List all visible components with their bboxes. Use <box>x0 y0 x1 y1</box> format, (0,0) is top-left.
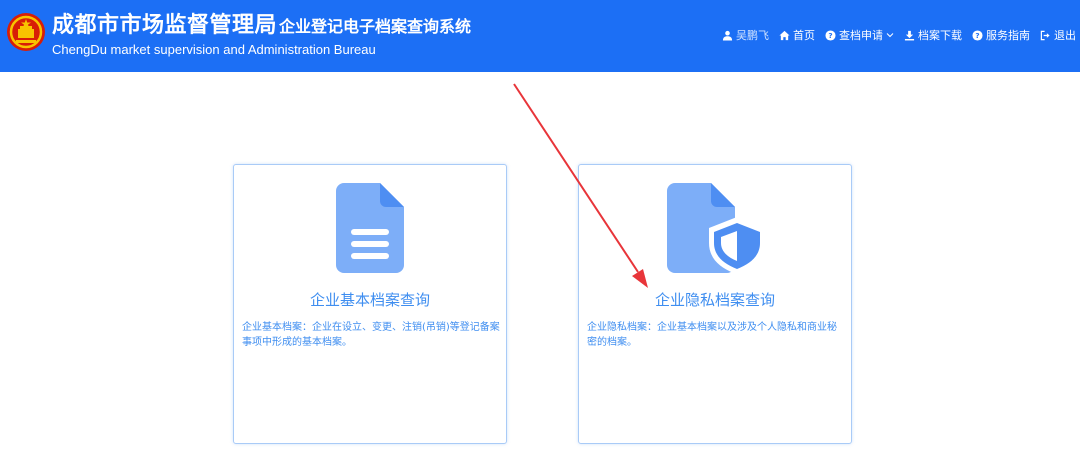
shield-document-icon <box>667 183 765 273</box>
nav-apply-label: 查档申请 <box>839 29 883 42</box>
basic-archive-query-card[interactable]: 企业基本档案查询 企业基本档案：企业在设立、变更、注销(吊销)等登记备案事项中形… <box>233 164 507 444</box>
card-description: 企业基本档案：企业在设立、变更、注销(吊销)等登记备案事项中形成的基本档案。 <box>242 322 500 348</box>
card-description: 企业隐私档案：企业基本档案以及涉及个人隐私和商业秘密的档案。 <box>587 322 837 348</box>
bureau-name: 成都市市场监督管理局 <box>52 13 278 38</box>
system-name: 企业登记电子档案查询系统 <box>279 17 472 36</box>
user-icon <box>722 30 733 41</box>
nav-user[interactable]: 吴鹏飞 <box>722 27 769 43</box>
nav-download-label: 档案下载 <box>918 29 962 42</box>
logout-icon <box>1040 30 1050 40</box>
user-name: 吴鹏飞 <box>736 29 769 42</box>
top-nav: 吴鹏飞 首页 ? 查档申请 档案下载 ? 服务指南 退出 <box>712 26 1076 44</box>
national-emblem-icon <box>7 13 45 51</box>
app-header: 成都市市场监督管理局 企业登记电子档案查询系统 ChengDu market su… <box>0 0 1080 72</box>
site-title: 成都市市场监督管理局 企业登记电子档案查询系统 <box>52 12 471 41</box>
svg-text:?: ? <box>828 31 832 40</box>
nav-guide-label: 服务指南 <box>986 29 1030 42</box>
question-circle-icon: ? <box>825 29 836 41</box>
nav-guide[interactable]: ? 服务指南 <box>972 27 1030 43</box>
svg-text:?: ? <box>975 31 979 40</box>
bureau-english-name: ChengDu market supervision and Administr… <box>52 42 376 57</box>
home-icon <box>779 30 790 40</box>
nav-apply[interactable]: ? 查档申请 <box>825 27 894 43</box>
document-icon <box>336 183 404 273</box>
chevron-down-icon <box>886 33 894 38</box>
card-title: 企业基本档案查询 <box>309 291 430 309</box>
nav-logout[interactable]: 退出 <box>1040 27 1076 43</box>
question-circle-icon: ? <box>972 29 983 41</box>
nav-logout-label: 退出 <box>1054 29 1076 42</box>
card-title: 企业隐私档案查询 <box>654 291 775 309</box>
nav-download[interactable]: 档案下载 <box>904 27 962 43</box>
nav-home[interactable]: 首页 <box>779 27 815 43</box>
nav-home-label: 首页 <box>793 29 815 42</box>
private-archive-query-card[interactable]: 企业隐私档案查询 企业隐私档案：企业基本档案以及涉及个人隐私和商业秘密的档案。 <box>578 164 852 444</box>
download-icon <box>904 30 915 40</box>
